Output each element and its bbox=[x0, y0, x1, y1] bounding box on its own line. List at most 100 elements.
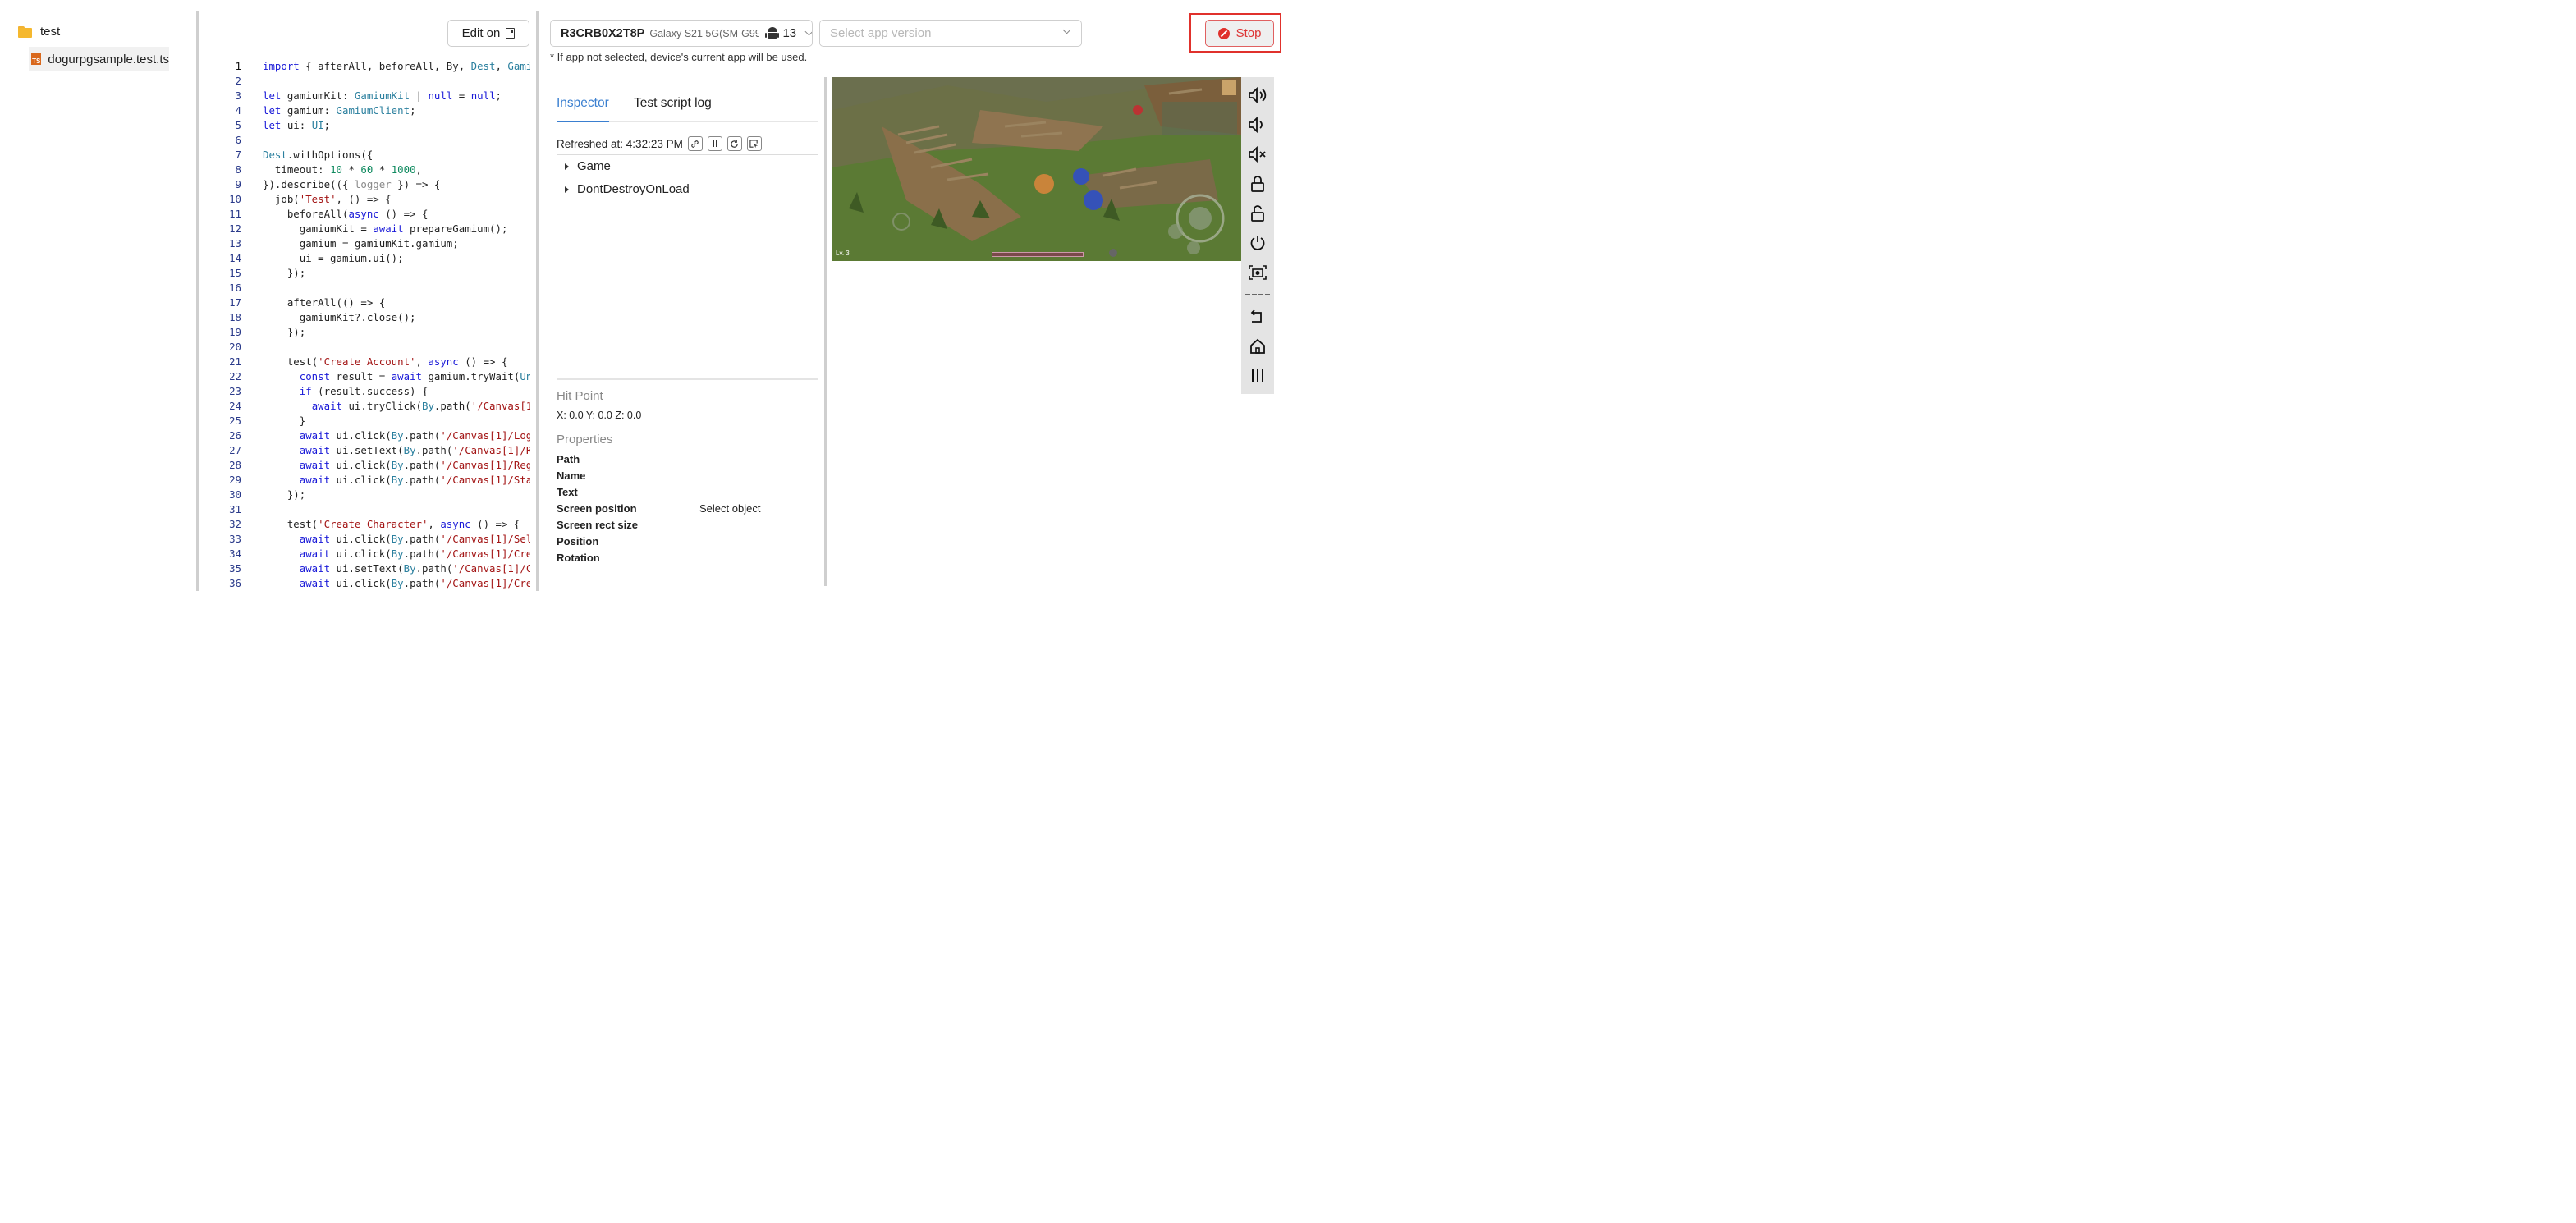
refresh-icon[interactable] bbox=[727, 136, 742, 151]
code-line[interactable]: 28 await ui.click(By.path('/Canvas[1]/Re… bbox=[199, 458, 530, 473]
code-line[interactable]: 33 await ui.click(By.path('/Canvas[1]/Se… bbox=[199, 532, 530, 547]
line-number: 27 bbox=[229, 444, 241, 456]
code-text: await ui.click(By.path('/Canvas[1]/Sele bbox=[299, 533, 530, 545]
code-text: await ui.setText(By.path('/Canvas[1]/Cr bbox=[299, 562, 530, 575]
tab-test-script-log[interactable]: Test script log bbox=[634, 96, 712, 122]
code-text: job('Test', () => { bbox=[263, 193, 392, 205]
code-text: test('Create Account', async () => { bbox=[263, 355, 508, 368]
tree-node-label: Game bbox=[577, 159, 611, 173]
expand-caret-icon[interactable] bbox=[565, 163, 569, 170]
device-os-version: 13 bbox=[782, 26, 797, 40]
tree-node-game[interactable]: Game bbox=[565, 159, 611, 173]
code-line[interactable]: 35 await ui.setText(By.path('/Canvas[1]/… bbox=[199, 561, 530, 576]
code-line[interactable]: 15 }); bbox=[199, 266, 530, 281]
code-line[interactable]: 5 let ui: UI; bbox=[199, 118, 530, 133]
edit-on-label: Edit on bbox=[461, 26, 501, 40]
code-line[interactable]: 34 await ui.click(By.path('/Canvas[1]/Cr… bbox=[199, 547, 530, 561]
tree-node-dontdestroyonload[interactable]: DontDestroyOnLoad bbox=[565, 182, 690, 196]
code-line[interactable]: 20 bbox=[199, 340, 530, 355]
code-line[interactable]: 4 let gamium: GamiumClient; bbox=[199, 103, 530, 118]
code-line[interactable]: 19 }); bbox=[199, 325, 530, 340]
expand-caret-icon[interactable] bbox=[565, 186, 569, 193]
code-line[interactable]: 25 } bbox=[199, 414, 530, 428]
tree-file-item[interactable]: TS dogurpgsample.test.ts bbox=[29, 47, 169, 71]
inspector-tabs: Inspector Test script log bbox=[557, 94, 818, 122]
pause-icon[interactable] bbox=[707, 136, 722, 151]
edit-on-button[interactable]: Edit on bbox=[447, 20, 529, 47]
code-line[interactable]: 22 const result = await gamium.tryWait(U… bbox=[199, 369, 530, 384]
code-line[interactable]: 8 timeout: 10 * 60 * 1000, bbox=[199, 163, 530, 177]
line-number: 1 bbox=[235, 60, 241, 72]
code-line[interactable]: 21 test('Create Account', async () => { bbox=[199, 355, 530, 369]
tree-file-label: dogurpgsample.test.ts bbox=[48, 52, 169, 66]
select-element-icon[interactable] bbox=[746, 136, 762, 151]
code-line[interactable]: 23 if (result.success) { bbox=[199, 384, 530, 399]
code-text: }); bbox=[263, 267, 306, 279]
code-line[interactable]: 2 bbox=[199, 74, 530, 89]
inspector-section-divider[interactable] bbox=[557, 378, 818, 380]
code-line[interactable]: 31 bbox=[199, 502, 530, 517]
panel-resize-handle-right[interactable] bbox=[824, 77, 827, 586]
line-number: 6 bbox=[235, 134, 241, 146]
code-line[interactable]: 6 bbox=[199, 133, 530, 148]
lock-icon[interactable] bbox=[1246, 172, 1269, 195]
line-number: 4 bbox=[235, 104, 241, 117]
screenshot-icon[interactable] bbox=[1246, 261, 1269, 284]
code-editor[interactable]: 1 import { afterAll, beforeAll, By, Dest,… bbox=[199, 58, 530, 590]
volume-up-icon[interactable] bbox=[1246, 84, 1269, 107]
device-select[interactable]: R3CRB0X2T8P Galaxy S21 5G(SM-G991N) 13 bbox=[550, 20, 813, 47]
code-line[interactable]: 16 bbox=[199, 281, 530, 295]
line-number: 35 bbox=[229, 562, 241, 575]
code-line[interactable]: 7 Dest.withOptions({ bbox=[199, 148, 530, 163]
code-line[interactable]: 26 await ui.click(By.path('/Canvas[1]/Lo… bbox=[199, 428, 530, 443]
mute-icon[interactable] bbox=[1246, 143, 1269, 166]
tree-folder-test[interactable]: test bbox=[18, 25, 60, 39]
line-number: 32 bbox=[229, 518, 241, 530]
line-number: 16 bbox=[229, 282, 241, 294]
code-line[interactable]: 10 job('Test', () => { bbox=[199, 192, 530, 207]
code-line[interactable]: 9}).describe(({ logger }) => { bbox=[199, 177, 530, 192]
back-icon[interactable] bbox=[1246, 305, 1269, 328]
app-version-select[interactable]: Select app version bbox=[819, 20, 1082, 47]
android-icon bbox=[764, 26, 780, 40]
code-line[interactable]: 3 let gamiumKit: GamiumKit | null = null; bbox=[199, 89, 530, 103]
line-number: 14 bbox=[229, 252, 241, 264]
stop-button[interactable]: Stop bbox=[1205, 20, 1274, 47]
code-line[interactable]: 27 await ui.setText(By.path('/Canvas[1]/… bbox=[199, 443, 530, 458]
code-line[interactable]: 11 beforeAll(async () => { bbox=[199, 207, 530, 222]
code-line[interactable]: 14 ui = gamium.ui(); bbox=[199, 251, 530, 266]
line-number: 22 bbox=[229, 370, 241, 382]
code-text: gamium = gamiumKit.gamium; bbox=[263, 237, 459, 250]
panel-resize-handle-middle[interactable] bbox=[536, 11, 539, 591]
line-number: 3 bbox=[235, 89, 241, 102]
code-line[interactable]: 12 gamiumKit = await prepareGamium(); bbox=[199, 222, 530, 236]
tab-inspector[interactable]: Inspector bbox=[557, 96, 609, 122]
power-icon[interactable] bbox=[1246, 231, 1269, 254]
line-number: 29 bbox=[229, 474, 241, 486]
code-line[interactable]: 18 gamiumKit?.close(); bbox=[199, 310, 530, 325]
chevron-down-icon bbox=[1062, 25, 1071, 34]
code-text: let gamiumKit: GamiumKit | null = null; bbox=[263, 89, 502, 102]
external-editor-icon bbox=[506, 28, 516, 39]
line-number: 17 bbox=[229, 296, 241, 309]
code-line[interactable]: 36 await ui.click(By.path('/Canvas[1]/Cr… bbox=[199, 576, 530, 590]
code-line[interactable]: 1 import { afterAll, beforeAll, By, Dest,… bbox=[199, 59, 530, 74]
recents-icon[interactable] bbox=[1246, 364, 1269, 387]
line-number: 20 bbox=[229, 341, 241, 353]
link-icon[interactable] bbox=[687, 136, 703, 151]
code-line[interactable]: 29 await ui.click(By.path('/Canvas[1]/St… bbox=[199, 473, 530, 488]
unlock-icon[interactable] bbox=[1246, 202, 1269, 225]
volume-down-icon[interactable] bbox=[1246, 113, 1269, 136]
device-screen[interactable]: Lv. 3 bbox=[832, 77, 1241, 261]
code-text: let ui: UI; bbox=[263, 119, 331, 131]
code-line[interactable]: 30 }); bbox=[199, 488, 530, 502]
code-line[interactable]: 32 test('Create Character', async () => … bbox=[199, 517, 530, 532]
stop-icon bbox=[1217, 27, 1230, 39]
code-line[interactable]: 24 await ui.tryClick(By.path('/Canvas[1] bbox=[199, 399, 530, 414]
code-line[interactable]: 17 afterAll(() => { bbox=[199, 295, 530, 310]
inspector-divider bbox=[557, 154, 818, 155]
code-text: gamiumKit?.close(); bbox=[263, 311, 416, 323]
line-number: 2 bbox=[235, 75, 241, 87]
home-icon[interactable] bbox=[1246, 335, 1269, 358]
code-line[interactable]: 13 gamium = gamiumKit.gamium; bbox=[199, 236, 530, 251]
